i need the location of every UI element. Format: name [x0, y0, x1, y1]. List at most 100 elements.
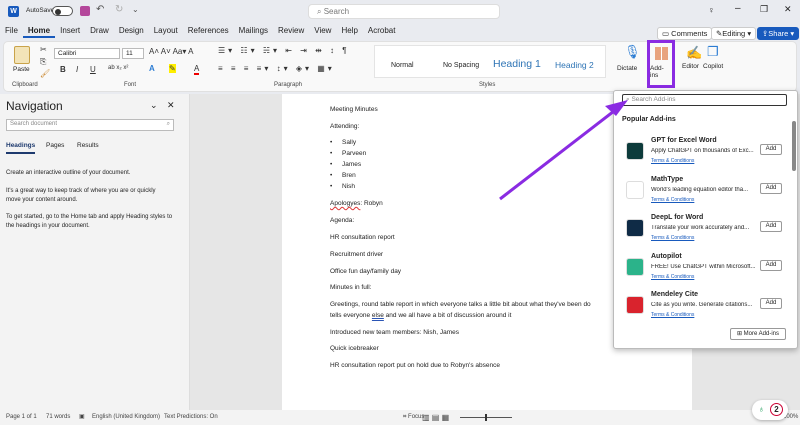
tab-design[interactable]: Design	[114, 24, 149, 38]
undo-icon[interactable]: ↶	[96, 4, 104, 15]
editor-icon[interactable]: ✍	[686, 45, 702, 61]
text-effects-icon[interactable]: A	[149, 64, 155, 73]
font-size-select[interactable]: 11	[122, 48, 144, 59]
misspelled-word[interactable]: Apologyes	[330, 200, 360, 207]
format-painter-icon[interactable]: 🖌	[40, 69, 50, 78]
add-button[interactable]: Add	[760, 259, 782, 271]
addins-button[interactable]: Add-ins	[647, 40, 675, 88]
terms-link[interactable]: Terms & Conditions	[651, 235, 694, 241]
ribbon: Paste ✂ ⎘ 🖌 Clipboard Calibri 11 A˄ A˅ A…	[3, 40, 797, 92]
list-icons[interactable]: ☰▾ ☷▾ ☵▾ ⇤ ⇥ ⇹ ↕ ¶	[218, 46, 350, 55]
styles-gallery: Normal No Spacing Heading 1 Heading 2	[374, 45, 606, 78]
terms-link[interactable]: Terms & Conditions	[651, 197, 694, 203]
scrollbar-thumb[interactable]	[792, 121, 796, 171]
font-name-select[interactable]: Calibri	[54, 48, 120, 59]
style-normal[interactable]: Normal	[391, 62, 414, 69]
customize-icon[interactable]: ⌄	[132, 5, 139, 14]
view-icons[interactable]: ▥ ▤ ▦	[422, 410, 449, 425]
navigation-title: Navigation	[6, 99, 63, 113]
add-button[interactable]: Add	[760, 298, 782, 309]
search-box[interactable]: ⌕ Search	[308, 4, 500, 19]
tab-draw[interactable]: Draw	[85, 24, 114, 38]
tab-layout[interactable]: Layout	[149, 24, 183, 38]
addin-name: DeepL for Word	[651, 214, 704, 221]
alignment-icons[interactable]: ≡ ≡ ≡ ≡▾ ↕▾ ◈▾ ▦▾	[218, 64, 335, 73]
addin-description: Translate your work accurately and...	[651, 225, 750, 231]
dictate-label[interactable]: Dictate	[617, 65, 637, 72]
text-predictions[interactable]: Text Predictions: On	[164, 410, 218, 425]
word-count[interactable]: 71 words	[46, 410, 70, 425]
tab-help[interactable]: Help	[336, 24, 362, 38]
terms-link[interactable]: Terms & Conditions	[651, 312, 694, 318]
style-no-spacing[interactable]: No Spacing	[443, 62, 479, 69]
addin-name: Mendeley Cite	[651, 291, 699, 298]
page-count[interactable]: Page 1 of 1	[6, 410, 37, 425]
addin-item[interactable]: GPT for Excel Word Apply ChatGPT on thou…	[624, 137, 784, 175]
style-heading-1[interactable]: Heading 1	[493, 58, 541, 70]
addin-item[interactable]: MathType World's leading equation editor…	[624, 176, 784, 214]
font-color-icon[interactable]: A	[194, 64, 200, 75]
search-document-input[interactable]: Search document ⌕	[6, 119, 174, 131]
notification-widget[interactable]: ♁ 2	[752, 400, 788, 420]
addins-label: Add-ins	[650, 65, 664, 79]
terms-link[interactable]: Terms & Conditions	[651, 158, 694, 164]
strikethrough-icon[interactable]: ab x₂ x²	[108, 65, 128, 71]
language[interactable]: English (United Kingdom)	[92, 410, 160, 425]
tab-review[interactable]: Review	[273, 24, 309, 38]
chevron-down-icon[interactable]: ⌄	[150, 100, 158, 111]
addin-item[interactable]: DeepL for Word Translate your work accur…	[624, 214, 784, 252]
proofing-icon[interactable]: ▣	[79, 410, 85, 425]
style-heading-2[interactable]: Heading 2	[555, 60, 594, 70]
lightbulb-icon[interactable]: ♀	[708, 5, 715, 15]
addin-item[interactable]: Mendeley Cite Cite as you write. Generat…	[624, 291, 784, 329]
zoom-slider-thumb[interactable]	[485, 414, 487, 421]
paste-label[interactable]: Paste	[13, 66, 30, 73]
comments-button[interactable]: ▭ Comments	[657, 27, 713, 40]
minimize-button[interactable]: –	[735, 3, 741, 14]
cut-icon[interactable]: ✂	[40, 45, 47, 54]
restore-button[interactable]: ❐	[760, 4, 768, 15]
tab-acrobat[interactable]: Acrobat	[363, 24, 401, 38]
tab-results[interactable]: Results	[77, 142, 99, 149]
tab-insert[interactable]: Insert	[55, 24, 85, 38]
share-button[interactable]: ⇪Share ▾	[757, 27, 800, 40]
tab-home[interactable]: Home	[22, 24, 56, 38]
grow-font-icon[interactable]: A˄ A˅ Aa▾ A	[149, 47, 194, 56]
bold-icon[interactable]: B	[60, 65, 66, 74]
addin-description: FREE! Use ChatGPT within Microsoft...	[651, 263, 756, 270]
microphone-icon[interactable]: 🎙	[624, 44, 641, 60]
addin-description: Cite as you write. Generate citations...	[651, 302, 753, 308]
tab-headings[interactable]: Headings	[6, 142, 36, 154]
search-addins-input[interactable]: ⌕ Search Add-ins	[622, 94, 787, 106]
editor-label[interactable]: Editor	[682, 63, 699, 70]
add-button[interactable]: Add	[760, 221, 782, 232]
add-button[interactable]: Add	[760, 144, 782, 155]
doc-line: Quick icebreaker	[330, 345, 379, 352]
grammar-flag[interactable]: else	[372, 312, 384, 319]
addin-item[interactable]: Autopilot FREE! Use ChatGPT within Micro…	[624, 253, 784, 291]
copy-icon[interactable]: ⎘	[40, 57, 46, 67]
add-button[interactable]: Add	[760, 182, 782, 194]
title-bar: W AutoSave ↶ ↻ ⌄ ⌕ Search ♀ – ❐ ✕	[0, 0, 800, 22]
close-button[interactable]: ✕	[784, 4, 792, 15]
tab-mailings[interactable]: Mailings	[234, 24, 273, 38]
editing-button[interactable]: ✎Editing ▾	[711, 27, 757, 40]
paste-icon[interactable]	[14, 46, 30, 64]
underline-icon[interactable]: U	[90, 65, 96, 74]
italic-icon[interactable]: I	[76, 65, 78, 74]
autosave-toggle[interactable]	[52, 6, 73, 16]
more-addins-button[interactable]: ⊞ More Add-ins	[730, 328, 786, 340]
tab-file[interactable]: File	[0, 24, 23, 38]
copilot-label[interactable]: Copilot	[703, 63, 723, 70]
save-icon[interactable]	[80, 6, 90, 16]
copilot-icon[interactable]: ❐	[707, 44, 719, 60]
styles-group-label: Styles	[479, 82, 496, 88]
font-group-label: Font	[124, 82, 137, 88]
redo-icon[interactable]: ↻	[115, 4, 123, 15]
close-pane-icon[interactable]: ✕	[167, 100, 175, 111]
tab-pages[interactable]: Pages	[46, 142, 64, 149]
tab-references[interactable]: References	[183, 24, 234, 38]
tab-view[interactable]: View	[309, 24, 336, 38]
highlight-icon[interactable]: ✎	[169, 64, 176, 73]
terms-link[interactable]: Terms & Conditions	[651, 274, 694, 280]
